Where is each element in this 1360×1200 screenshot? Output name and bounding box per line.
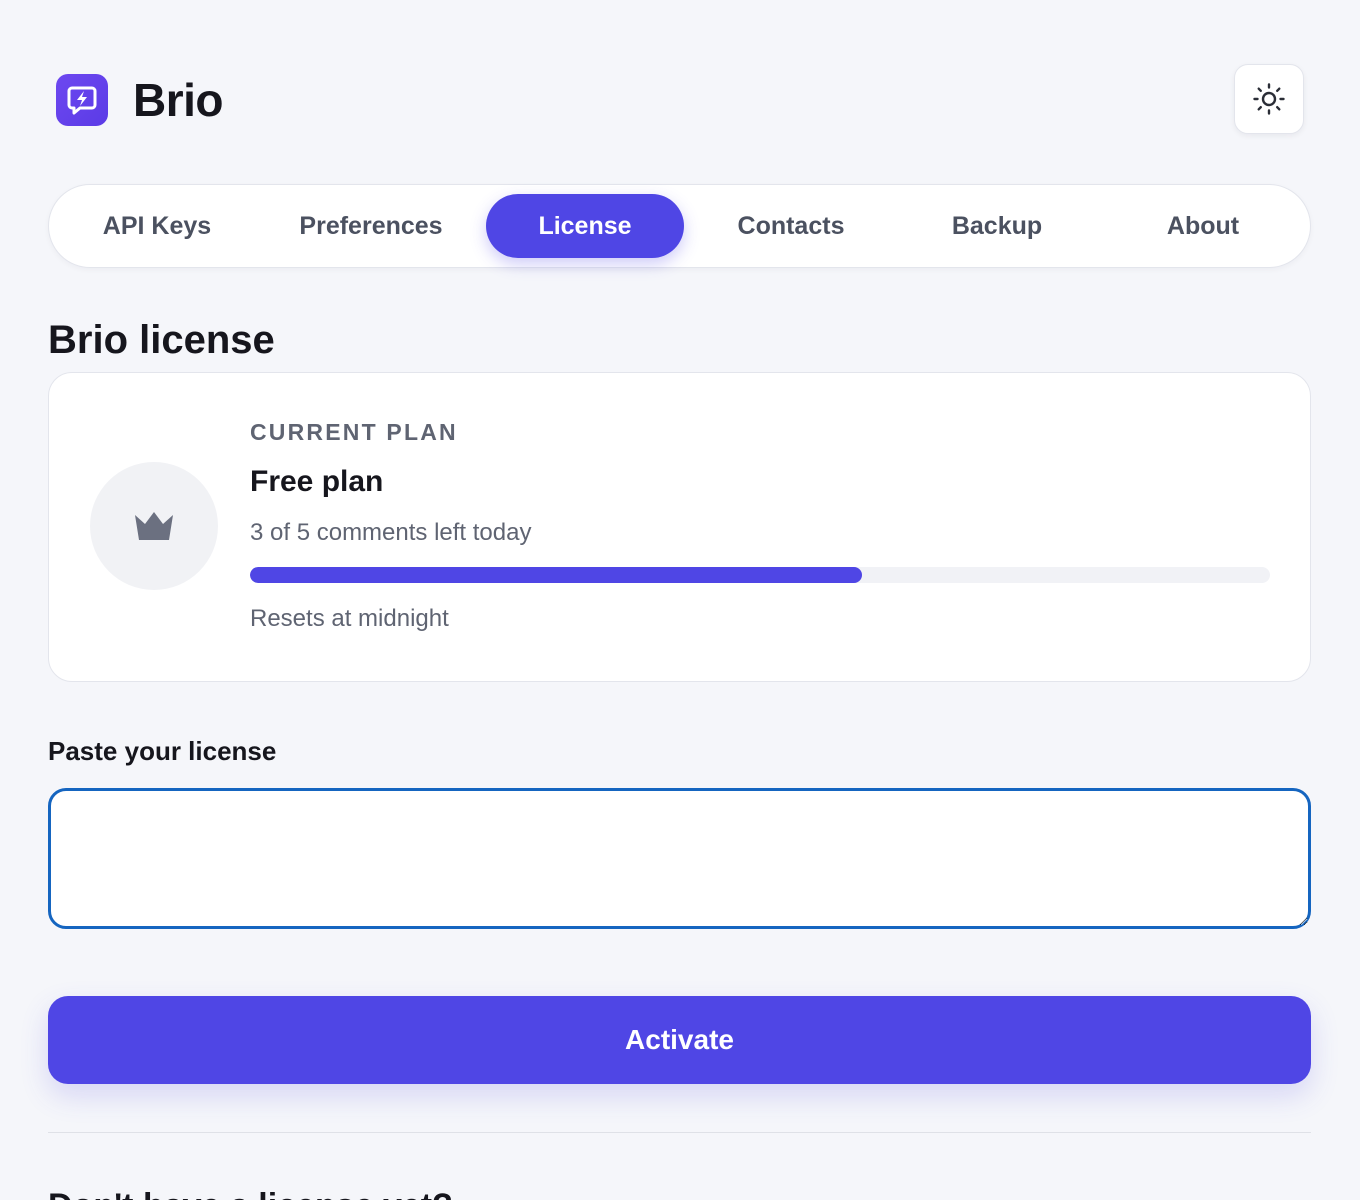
plan-badge [90,462,218,590]
header: Brio [48,64,1304,136]
license-input[interactable] [48,788,1311,929]
usage-text: 3 of 5 comments left today [250,519,532,546]
app-title: Brio [133,74,224,126]
tab-preferences[interactable]: Preferences [271,194,471,258]
theme-toggle-button[interactable] [1234,64,1304,134]
settings-tabs: API Keys Preferences License Contacts Ba… [48,184,1311,268]
page-title: Brio license [48,318,275,362]
license-input-label: Paste your license [48,736,277,766]
current-plan-card: CURRENT PLAN Free plan 3 of 5 comments l… [48,372,1311,682]
license-settings-page: Brio API Keys Preferences License Contac… [0,0,1360,1200]
current-plan-label: CURRENT PLAN [250,419,458,445]
activate-button[interactable]: Activate [48,996,1311,1084]
reset-text: Resets at midnight [250,605,449,632]
chat-bolt-icon [67,86,97,115]
usage-progress-bar [250,567,1270,583]
usage-progress-fill [250,567,862,583]
sun-icon [1253,83,1285,115]
tab-backup[interactable]: Backup [897,194,1097,258]
crown-icon [135,512,173,540]
tab-about[interactable]: About [1103,194,1303,258]
tab-license[interactable]: License [486,194,684,258]
no-license-heading: Don't have a license yet? [48,1187,453,1200]
divider [48,1132,1311,1133]
tab-api-keys[interactable]: API Keys [57,194,257,258]
tab-contacts[interactable]: Contacts [691,194,891,258]
app-logo [56,74,108,126]
plan-name: Free plan [250,465,384,498]
